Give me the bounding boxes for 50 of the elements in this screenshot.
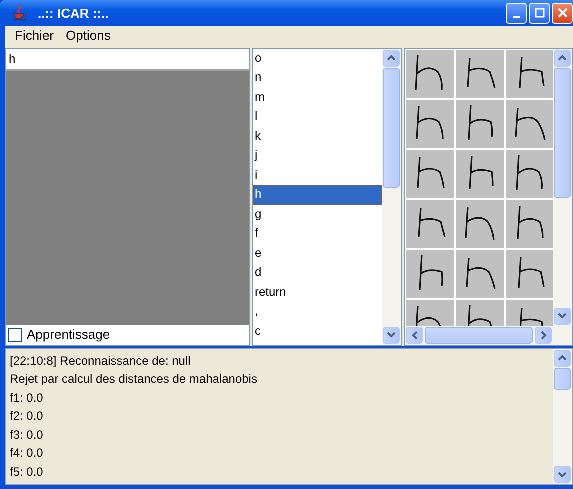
list-item[interactable]: g xyxy=(253,204,382,224)
checkbox[interactable] xyxy=(8,328,22,342)
scroll-thumb[interactable] xyxy=(554,368,571,390)
maximize-button[interactable] xyxy=(529,2,550,24)
log-line: Rejet par calcul des distances de mahalanobis xyxy=(10,371,258,388)
list-item[interactable]: c xyxy=(253,322,382,341)
list-item[interactable]: h xyxy=(253,185,382,204)
list-item[interactable]: return xyxy=(253,282,382,302)
log-line: f3: 0.0 xyxy=(10,426,44,444)
minimize-button[interactable] xyxy=(506,2,527,24)
list-item[interactable]: l xyxy=(253,107,382,126)
log-line: f4: 0.0 xyxy=(10,445,44,462)
chevron-up-icon xyxy=(387,55,396,61)
list-item[interactable]: o xyxy=(253,48,382,68)
scroll-thumb[interactable] xyxy=(554,68,571,198)
chevron-up-icon xyxy=(558,55,567,61)
list-item[interactable]: n xyxy=(253,68,382,88)
cup-icon xyxy=(12,4,28,22)
chevron-down-icon xyxy=(558,472,567,478)
log-line: [22:10:8] Reconnaissance de: null xyxy=(10,352,192,370)
menu-item[interactable]: Fichier xyxy=(9,28,60,44)
list-item[interactable]: m xyxy=(253,88,382,107)
scroll-thumb[interactable] xyxy=(383,68,400,188)
window-title: ..:: ICAR ::.. xyxy=(38,6,109,21)
log-line: f2: 0.0 xyxy=(10,408,44,425)
list-item[interactable]: i xyxy=(253,166,382,185)
maximize-icon xyxy=(534,8,544,18)
close-icon xyxy=(558,8,568,18)
minimize-icon xyxy=(513,16,520,18)
scrollbar[interactable] xyxy=(382,48,401,344)
list-item[interactable]: e xyxy=(253,244,382,263)
list-item[interactable]: k xyxy=(253,126,382,146)
checkbox-label: Apprentissage xyxy=(27,327,110,342)
scrollbar[interactable] xyxy=(553,48,572,326)
list-item[interactable]: f xyxy=(253,224,382,244)
list-item[interactable]: j xyxy=(253,146,382,166)
chevron-up-icon xyxy=(558,355,567,361)
chevron-down-icon xyxy=(558,313,567,319)
scroll-thumb[interactable] xyxy=(425,326,533,344)
chevron-down-icon xyxy=(387,332,396,338)
scrollbar[interactable] xyxy=(553,348,572,484)
log-line: f1: 0.0 xyxy=(10,390,44,406)
log-line: f5: 0.0 xyxy=(10,464,44,480)
scrollbar[interactable] xyxy=(405,326,572,344)
chevron-right-icon xyxy=(540,330,546,340)
menu-item[interactable]: Options xyxy=(60,28,117,44)
chevron-left-icon xyxy=(412,330,418,340)
close-button[interactable] xyxy=(552,2,573,24)
list-item[interactable]: d xyxy=(253,263,382,282)
list-item[interactable]: , xyxy=(253,302,382,322)
